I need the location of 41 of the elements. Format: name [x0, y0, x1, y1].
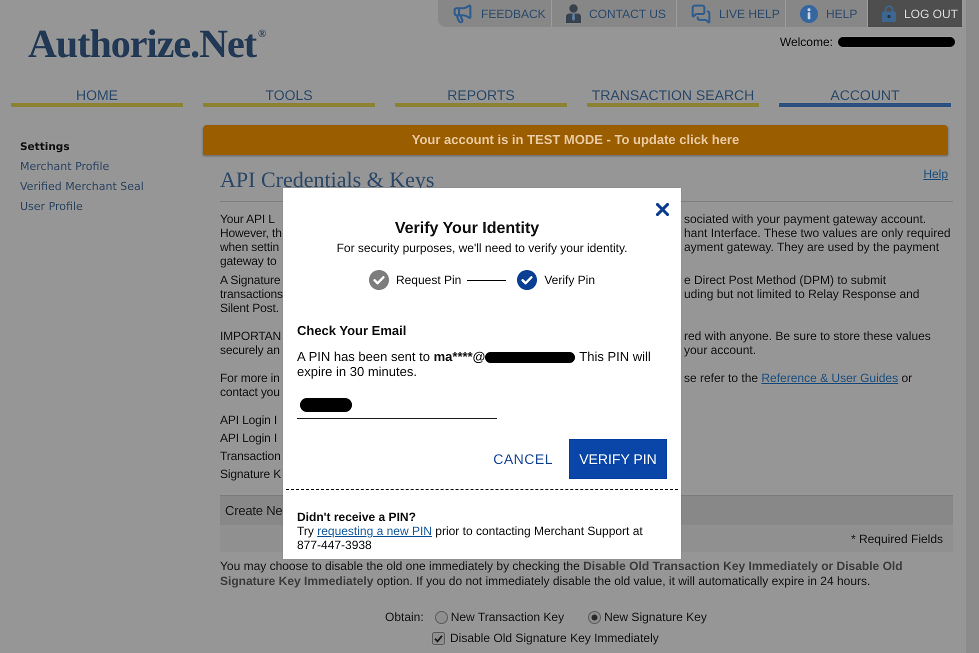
paragraph-text: Silent Post.: [220, 301, 279, 315]
paragraph-text: e Direct Post Method (DPM) to submit: [684, 273, 886, 287]
paragraph-text: IMPORTAN: [220, 329, 282, 343]
paragraph-text: ayment gateway. They are used by the payment: [684, 240, 940, 254]
paragraph-text: gateway to: [220, 254, 277, 268]
step-label: Request Pin: [396, 273, 462, 287]
paragraph-text: contact you: [220, 385, 280, 399]
disable-note: You may choose to disable the old one immediately by checking the Disable Old Transaction Key Immediately or Disable Old Signature Key Immediately option. If you do not immediately disable the old value, it will automatically expire in 24 hours.: [220, 559, 904, 589]
pin-message: A PIN has been sent to ma****@ This PIN will expire in 30 minutes.: [297, 349, 652, 379]
paragraph-text: For more in: [220, 371, 280, 385]
paragraph-text: when settin: [220, 240, 280, 254]
section-title: Create Ne: [225, 502, 282, 520]
paragraph-text: red with anyone. Be sure to store these values: [684, 329, 931, 343]
paragraph-text: However, th: [220, 226, 282, 240]
checkbox-label: Disable Old Signature Key Immediately: [450, 630, 659, 647]
radio-label: New Signature Key: [604, 609, 707, 626]
step-label: Verify Pin: [544, 273, 596, 287]
paragraph-text: uding but not limited to Relay Response and: [684, 287, 920, 301]
section-heading: Check Your Email: [297, 323, 408, 339]
paragraph-text: securely an: [220, 343, 280, 357]
paragraph-text: your account.: [684, 343, 756, 357]
help-text: Try requesting a new PIN prior to contacting Merchant Support at 877-447-3938: [297, 524, 644, 552]
field-label: Signature K: [220, 467, 282, 481]
paragraph-text: A Signature: [220, 273, 280, 287]
paragraph-text: Your API L: [220, 212, 275, 226]
paragraph-text: sociated with your payment gateway account.: [684, 212, 926, 226]
dialog-title: Verify Your Identity: [394, 219, 540, 239]
field-label: API Login I: [220, 431, 278, 445]
required-note: * Required Fields: [850, 530, 943, 548]
dialog-subtitle: For security purposes, we'll need to verify your identity.: [336, 241, 628, 255]
paragraph-text: transactions: [220, 287, 283, 301]
radio-label: New Transaction Key: [450, 609, 564, 626]
sidebar-heading: Settings: [20, 141, 70, 153]
help-heading: Didn't receive a PIN?: [297, 510, 417, 524]
welcome-text: Welcome:: [780, 35, 833, 49]
paragraph-text: hant Interface. These two values are only required: [684, 226, 951, 240]
paragraph-text: se refer to the Reference & User Guides or: [684, 371, 912, 385]
field-label: Transaction: [220, 449, 281, 463]
field-label: API Login I: [220, 413, 278, 427]
obtain-label: Obtain:: [385, 609, 424, 626]
page-title: API Credentials & Keys: [220, 167, 434, 193]
